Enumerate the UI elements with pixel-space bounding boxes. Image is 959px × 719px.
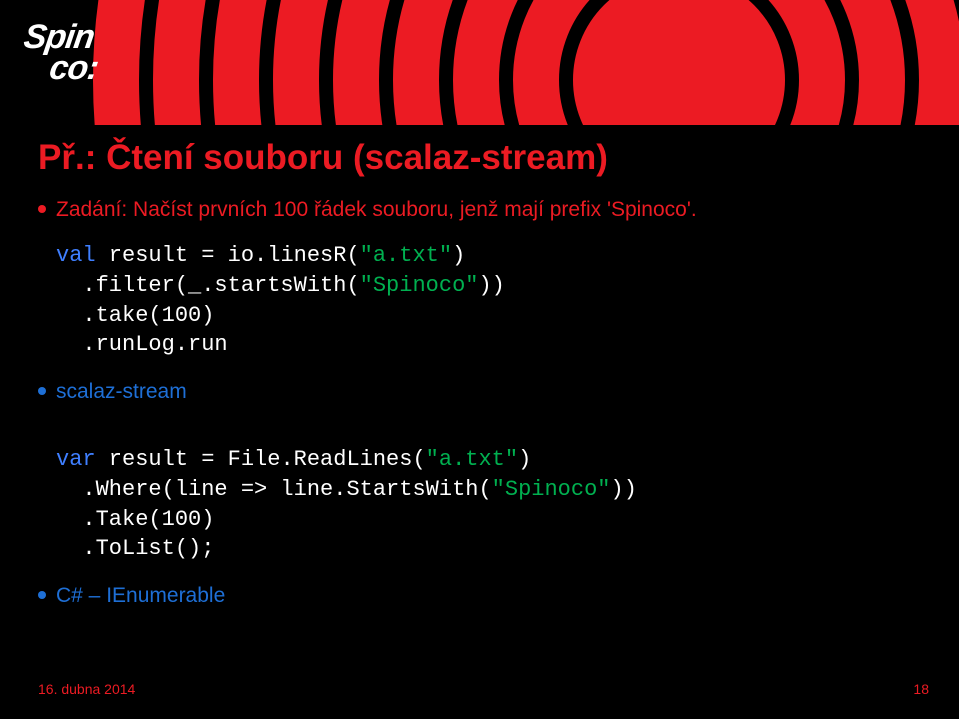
code-text: ) [452, 243, 465, 268]
string-literal: "Spinoco" [492, 477, 611, 502]
subtitle-row: Zadání: Načíst prvních 100 řádek souboru… [38, 196, 921, 223]
slide-content: Př.: Čtení souboru (scalaz-stream) Zadán… [38, 138, 921, 617]
ring-decoration [79, 0, 959, 125]
code-text: )) [611, 477, 637, 502]
string-literal: "Spinoco" [360, 273, 479, 298]
bullet-icon [38, 205, 46, 213]
code-text: .ToList(); [56, 536, 214, 561]
keyword: var [56, 447, 96, 472]
bullet-icon [38, 387, 46, 395]
bullet-text: C# – IEnumerable [56, 582, 225, 609]
header-background: Spin co: [0, 0, 959, 125]
string-literal: "a.txt" [360, 243, 452, 268]
footer-page-number: 18 [913, 681, 929, 697]
bullet-icon [38, 591, 46, 599]
bullet-text: scalaz-stream [56, 378, 187, 405]
code-text: result = io.linesR( [96, 243, 360, 268]
code-text: .runLog.run [56, 332, 228, 357]
string-literal: "a.txt" [426, 447, 518, 472]
code-text: )) [478, 273, 504, 298]
code-text: .filter(_.startsWith( [56, 273, 360, 298]
code-text: .Take(100) [56, 507, 214, 532]
code-text: .Where(line => line.StartsWith( [56, 477, 492, 502]
code-text: ) [518, 447, 531, 472]
bullet-csharp: C# – IEnumerable [38, 582, 921, 609]
code-text: .take(100) [56, 303, 214, 328]
code-block-scala: val result = io.linesR("a.txt") .filter(… [56, 241, 921, 360]
subtitle-text: Zadání: Načíst prvních 100 řádek souboru… [56, 196, 697, 223]
logo: Spin co: [18, 22, 105, 83]
bullet-scalaz: scalaz-stream [38, 378, 921, 405]
code-block-csharp: var result = File.ReadLines("a.txt") .Wh… [56, 445, 921, 564]
footer: 16. dubna 2014 18 [38, 681, 929, 697]
code-text: result = File.ReadLines( [96, 447, 426, 472]
logo-line2: co: [48, 53, 100, 84]
logo-line1: Spin [22, 22, 104, 53]
footer-date: 16. dubna 2014 [38, 681, 135, 697]
keyword: val [56, 243, 96, 268]
slide-title: Př.: Čtení souboru (scalaz-stream) [38, 138, 921, 178]
